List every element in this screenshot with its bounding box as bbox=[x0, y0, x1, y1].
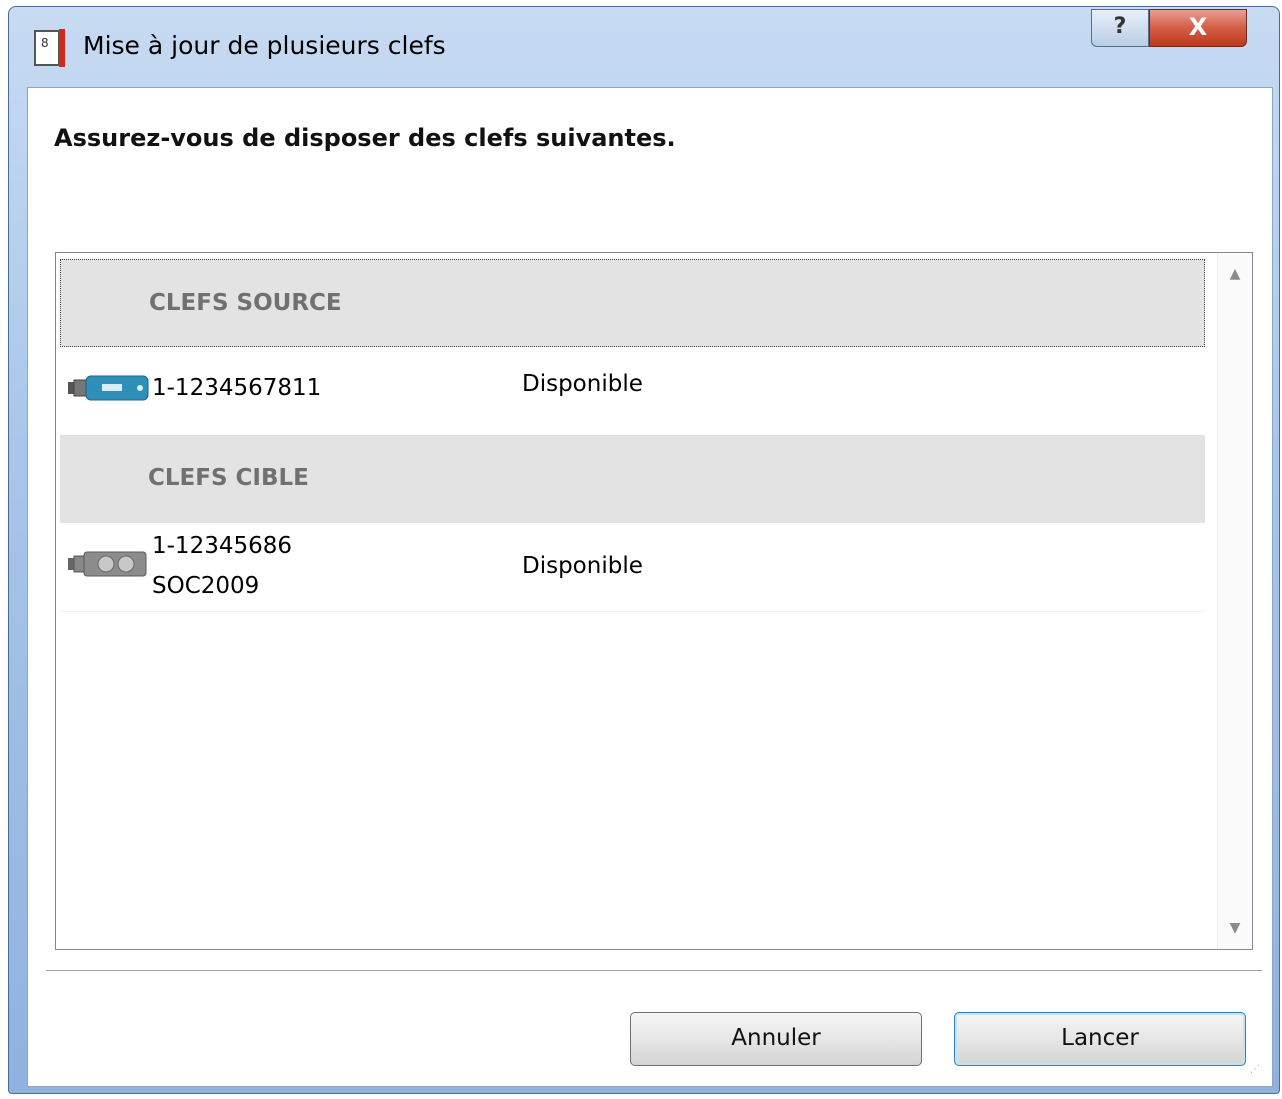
instruction-heading: Assurez-vous de disposer des clefs suiva… bbox=[54, 124, 676, 152]
usb-key-blue-icon bbox=[68, 375, 149, 401]
close-button[interactable]: X bbox=[1149, 9, 1247, 47]
launch-button[interactable]: Lancer bbox=[954, 1012, 1246, 1066]
key-id: 1-1234567811 bbox=[152, 375, 322, 401]
list-item[interactable]: 1-12345686 SOC2009 Disponible bbox=[60, 523, 1205, 612]
cancel-button[interactable]: Annuler bbox=[630, 1012, 922, 1066]
key-id: 1-12345686 bbox=[152, 533, 292, 559]
resize-grip-icon[interactable]: ⋰ bbox=[1250, 1064, 1266, 1080]
title-bar[interactable]: 8 Mise à jour de plusieurs clefs ? X bbox=[9, 7, 1279, 87]
key-company: SOC2009 bbox=[152, 573, 260, 599]
group-label: CLEFS SOURCE bbox=[149, 290, 342, 316]
divider bbox=[46, 970, 1262, 972]
window-title: Mise à jour de plusieurs clefs bbox=[83, 31, 446, 60]
group-header-target[interactable]: CLEFS CIBLE bbox=[60, 435, 1205, 523]
dialog-window: 8 Mise à jour de plusieurs clefs ? X Ass… bbox=[8, 6, 1280, 1094]
scroll-up-arrow-icon[interactable]: ▲ bbox=[1226, 267, 1244, 281]
group-label: CLEFS CIBLE bbox=[148, 465, 309, 491]
keys-list[interactable]: CLEFS SOURCE 1-1234567811 Disponible CLE… bbox=[55, 252, 1253, 950]
key-status: Disponible bbox=[522, 553, 643, 579]
svg-text:8: 8 bbox=[41, 36, 49, 50]
help-button[interactable]: ? bbox=[1091, 9, 1149, 47]
dialog-body: Assurez-vous de disposer des clefs suiva… bbox=[27, 87, 1273, 1087]
group-header-source[interactable]: CLEFS SOURCE bbox=[60, 259, 1205, 347]
list-item[interactable]: 1-1234567811 Disponible bbox=[60, 347, 1205, 436]
scroll-down-arrow-icon[interactable]: ▼ bbox=[1226, 921, 1244, 935]
app-key-icon: 8 bbox=[34, 29, 65, 67]
vertical-scrollbar[interactable]: ▲ ▼ bbox=[1217, 253, 1252, 949]
key-status: Disponible bbox=[522, 371, 643, 397]
usb-key-gray-icon bbox=[68, 551, 147, 577]
